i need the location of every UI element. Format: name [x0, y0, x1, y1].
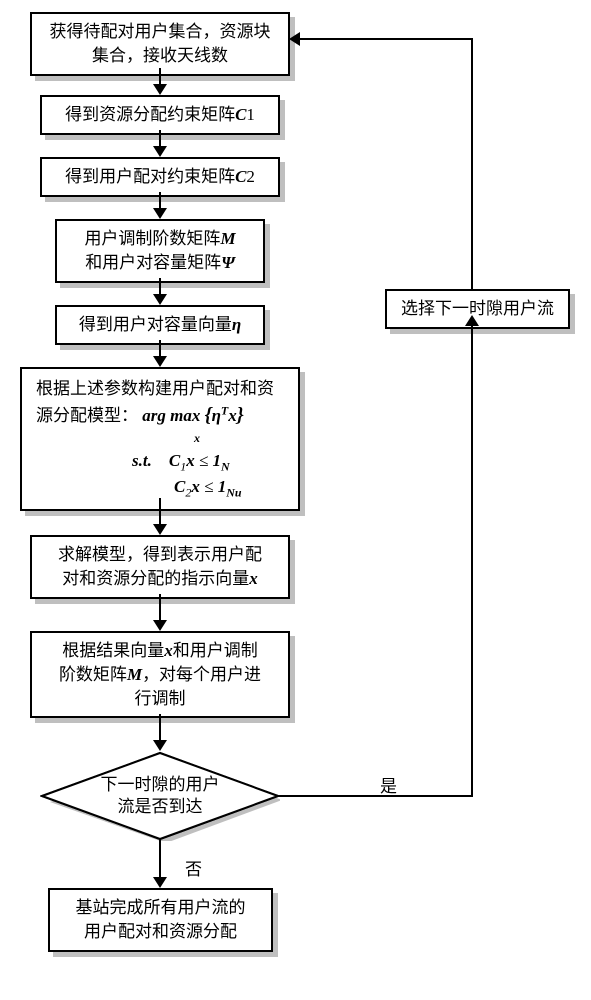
x: x	[228, 406, 237, 425]
decision-next-slot: 下一时隙的用户 流是否到达	[40, 751, 280, 841]
arrow-head-7-8	[153, 620, 167, 631]
var-c: C	[235, 105, 246, 124]
arrow-loop-h	[298, 38, 473, 40]
label-yes: 是	[380, 772, 397, 797]
step-matrices-m-psi: 用户调制阶数矩阵M 和用户对容量矩阵Ψ	[55, 219, 265, 283]
le: ≤	[199, 451, 208, 470]
x: x	[191, 477, 200, 496]
st: s.t.	[132, 451, 152, 470]
arrow-head-no	[153, 877, 167, 888]
arrow-head-5-6	[153, 356, 167, 367]
l2: 流是否到达	[118, 797, 203, 816]
text-l2: 用户配对和资源分配	[84, 922, 237, 941]
var-eta: η	[232, 315, 241, 334]
c1: C	[169, 451, 180, 470]
var-x: x	[249, 569, 258, 588]
text-l1-post: 和用户调制	[173, 641, 258, 660]
step-constraint-c1: 得到资源分配约束矩阵C1	[40, 95, 280, 135]
label-no: 否	[185, 855, 202, 880]
text-l1: 基站完成所有用户流的	[76, 898, 246, 917]
Nu: Nu	[226, 485, 241, 499]
arrow-loop-v	[471, 38, 473, 289]
text-l3: 行调制	[135, 689, 186, 708]
flowchart-container: 获得待配对用户集合，资源块集合，接收天线数 得到资源分配约束矩阵C1 得到用户配…	[0, 0, 591, 1000]
var-m: M	[220, 229, 235, 248]
arrow-head-1-2	[153, 84, 167, 95]
l1: 下一时隙的用户	[101, 775, 220, 794]
arrow-no-v	[159, 839, 161, 879]
arrow-head-2-3	[153, 146, 167, 157]
eta: η	[212, 406, 221, 425]
arrow-head-8-d	[153, 740, 167, 751]
le: ≤	[204, 477, 213, 496]
text: 得到资源分配约束矩阵	[65, 105, 235, 124]
text: 获得待配对用户集合，资源块集合，接收天线数	[50, 22, 271, 65]
formula-intro: 根据上述参数构建用户配对和资源分配模型： arg max {ηTx}	[32, 377, 288, 429]
step-acquire-sets: 获得待配对用户集合，资源块集合，接收天线数	[30, 12, 290, 76]
c2: C	[174, 477, 185, 496]
arrow-head-3-4	[153, 208, 167, 219]
brace-l: {	[205, 404, 212, 426]
sub-2: 2	[246, 167, 255, 186]
step-solve-model: 求解模型，得到表示用户配 对和资源分配的指示向量x	[30, 535, 290, 599]
arrow-yes-h	[278, 795, 473, 797]
arrow-6-7	[159, 498, 161, 526]
x: x	[186, 451, 195, 470]
text-l2: 和用户对容量矩阵	[85, 253, 221, 272]
step-modulate: 根据结果向量x和用户调制 阶数矩阵M，对每个用户进 行调制	[30, 631, 290, 718]
text-l1-pre: 根据结果向量	[62, 641, 164, 660]
t: arg max	[142, 406, 200, 425]
arrow-yes-v	[471, 324, 473, 797]
arrow-head-4-5	[153, 294, 167, 305]
step-build-model: 根据上述参数构建用户配对和资源分配模型： arg max {ηTx} x s.t…	[20, 367, 300, 511]
sub-1: 1	[246, 105, 255, 124]
constraint-st: s.t. C1x ≤ 1N	[32, 449, 288, 475]
step-complete: 基站完成所有用户流的 用户配对和资源分配	[48, 888, 273, 952]
N: N	[221, 459, 230, 473]
argmax: arg max	[142, 406, 200, 425]
var-c: C	[235, 167, 246, 186]
text-l1: 求解模型，得到表示用户配	[58, 545, 262, 564]
arrow-8-d	[159, 714, 161, 742]
var-psi: Ψ	[221, 253, 235, 272]
text: 得到用户配对约束矩阵	[65, 167, 235, 186]
text-l2-post: ，对每个用户进	[142, 665, 261, 684]
arrow-head-6-7	[153, 524, 167, 535]
step-constraint-c2: 得到用户配对约束矩阵C2	[40, 157, 280, 197]
text-l2: 对和资源分配的指示向量	[62, 569, 249, 588]
text-l1: 用户调制阶数矩阵	[84, 229, 220, 248]
arrow-head-yes-up	[465, 315, 479, 326]
brace-r: }	[237, 404, 244, 426]
var-x: x	[164, 641, 173, 660]
arrow-7-8	[159, 594, 161, 622]
diamond-text: 下一时隙的用户 流是否到达	[80, 774, 240, 818]
arrow-head-loop-left	[289, 32, 300, 46]
one: 1	[218, 477, 227, 496]
var-m: M	[127, 665, 142, 684]
text-l2-pre: 阶数矩阵	[59, 665, 127, 684]
step-capacity-vector: 得到用户对容量向量η	[55, 305, 265, 345]
text: 得到用户对容量向量	[79, 315, 232, 334]
one: 1	[213, 451, 222, 470]
x-under: x	[194, 431, 200, 445]
